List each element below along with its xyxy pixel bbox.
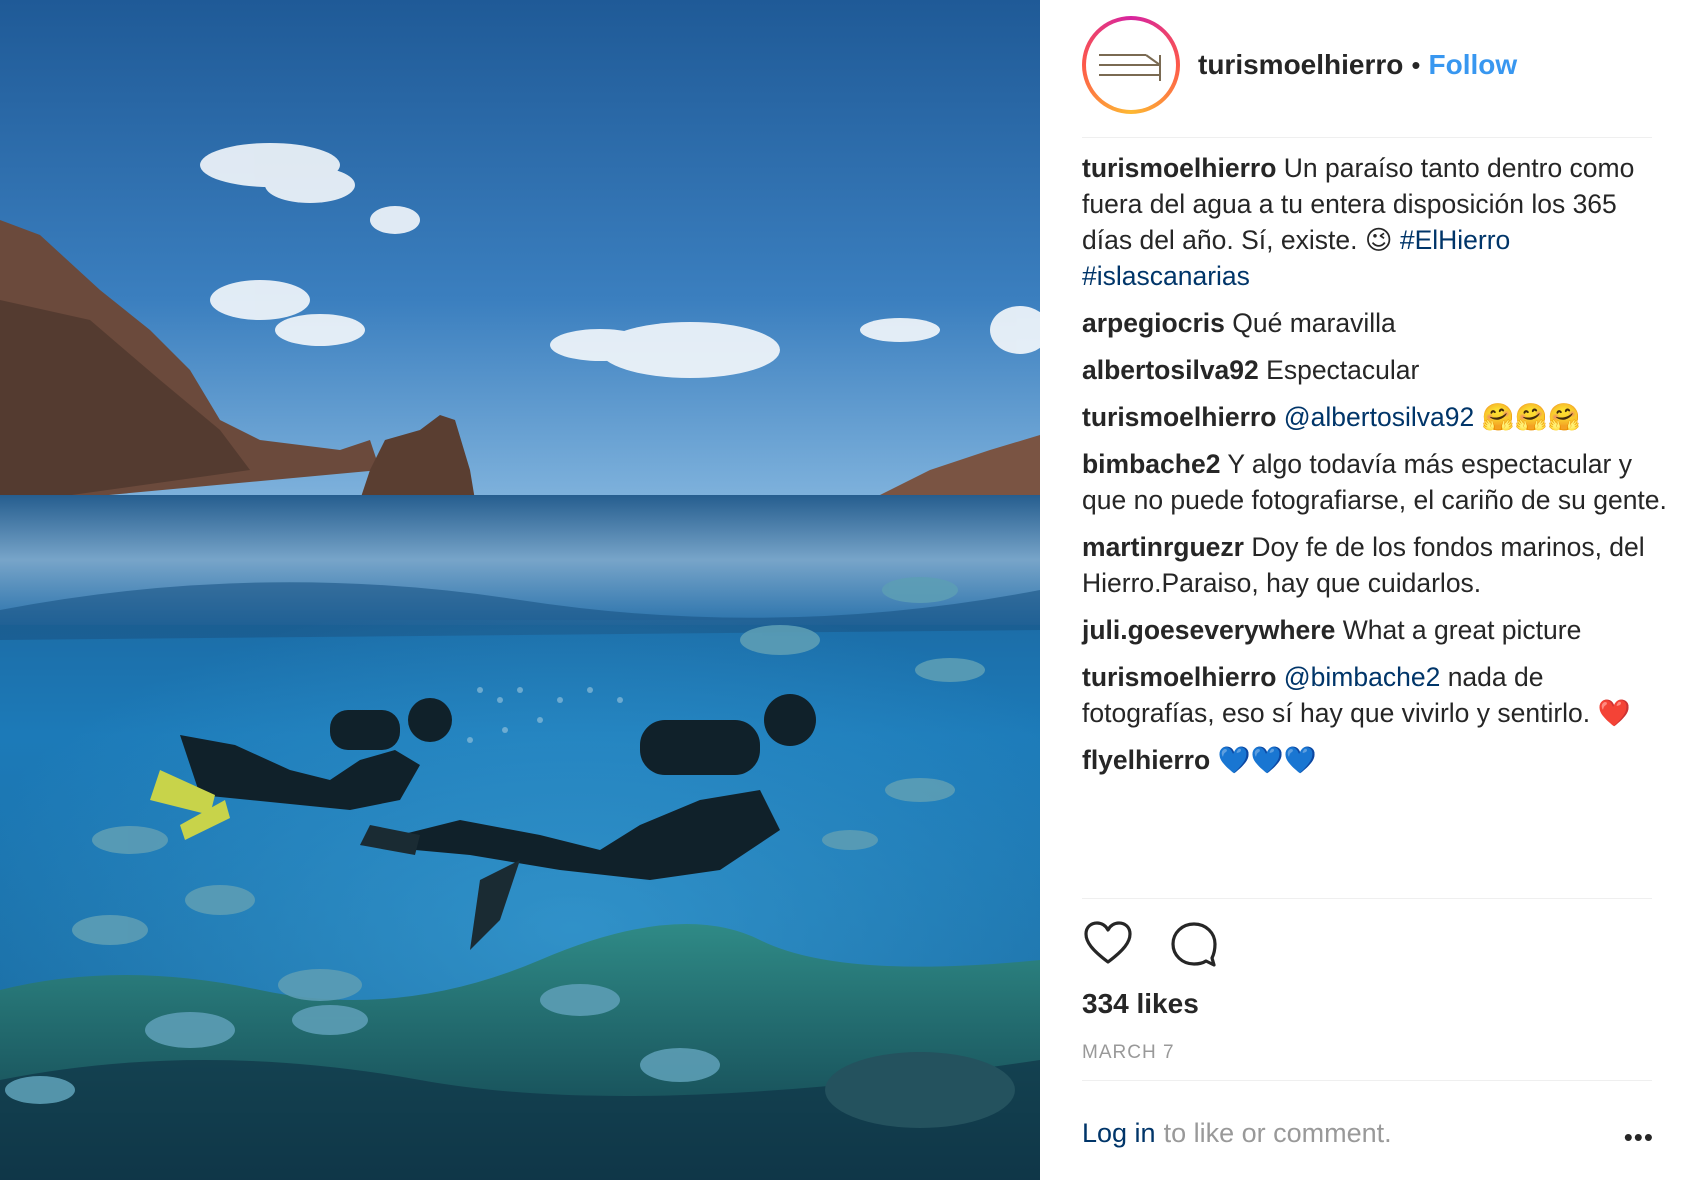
comment-text: What a great picture	[1342, 615, 1582, 645]
comment: bimbache2 Y algo todavía más espectacula…	[1082, 446, 1672, 518]
post-sidebar: turismoelhierro • Follow turismoelhierro…	[1040, 0, 1701, 1180]
post-header: turismoelhierro • Follow	[1082, 10, 1692, 120]
comment: martinrguezr Doy fe de los fondos marino…	[1082, 529, 1672, 601]
post-photo	[0, 0, 1040, 1180]
header-divider	[1082, 137, 1652, 138]
comment-username[interactable]: albertosilva92	[1082, 355, 1259, 385]
comment-bubble-icon[interactable]	[1168, 918, 1220, 970]
comment-username[interactable]: flyelhierro	[1082, 745, 1210, 775]
mention-link[interactable]: @albertosilva92	[1284, 402, 1474, 432]
footer-divider	[1082, 1080, 1652, 1081]
comment-text: Espectacular	[1266, 355, 1420, 385]
comment-username[interactable]: bimbache2	[1082, 449, 1220, 479]
login-footer: Log in to like or comment. •••	[1082, 1118, 1670, 1152]
brand-logo-icon	[1099, 54, 1161, 81]
heart-icon[interactable]	[1082, 918, 1134, 970]
post-actions	[1082, 918, 1220, 970]
post-date: MARCH 7	[1082, 1042, 1175, 1063]
comment: albertosilva92 Espectacular	[1082, 352, 1672, 388]
login-link[interactable]: Log in	[1082, 1118, 1156, 1149]
follow-button[interactable]: Follow	[1429, 49, 1518, 81]
avatar[interactable]	[1082, 16, 1180, 114]
likes-count[interactable]: 334 likes	[1082, 988, 1199, 1020]
comment-username[interactable]: turismoelhierro	[1082, 153, 1276, 183]
comment-username[interactable]: martinrguezr	[1082, 532, 1244, 562]
comments-divider	[1082, 898, 1652, 899]
comment-username[interactable]: turismoelhierro	[1082, 402, 1276, 432]
comment-text: 💙💙💙	[1217, 745, 1317, 775]
comment: arpegiocris Qué maravilla	[1082, 305, 1672, 341]
comment: flyelhierro 💙💙💙	[1082, 742, 1672, 778]
comment-username[interactable]: arpegiocris	[1082, 308, 1225, 338]
comment-text: 🤗🤗🤗	[1481, 402, 1581, 432]
comment-username[interactable]: juli.goeseverywhere	[1082, 615, 1335, 645]
comments-list: turismoelhierro Un paraíso tanto dentro …	[1082, 150, 1672, 789]
header-username[interactable]: turismoelhierro	[1198, 49, 1403, 81]
comment-text: Qué maravilla	[1232, 308, 1396, 338]
login-prompt: to like or comment.	[1163, 1118, 1392, 1148]
comment-caption: turismoelhierro Un paraíso tanto dentro …	[1082, 150, 1672, 294]
mention-link[interactable]: @bimbache2	[1284, 662, 1441, 692]
underwater-divers-image	[0, 0, 1040, 1180]
comment: turismoelhierro @bimbache2 nada de fotog…	[1082, 659, 1672, 731]
more-options-icon[interactable]: •••	[1624, 1122, 1654, 1153]
avatar-logo	[1086, 20, 1176, 110]
comment: juli.goeseverywhere What a great picture	[1082, 612, 1672, 648]
comment-username[interactable]: turismoelhierro	[1082, 662, 1276, 692]
header-separator: •	[1411, 49, 1421, 80]
comment: turismoelhierro @albertosilva92 🤗🤗🤗	[1082, 399, 1672, 435]
instagram-post: turismoelhierro • Follow turismoelhierro…	[0, 0, 1701, 1180]
